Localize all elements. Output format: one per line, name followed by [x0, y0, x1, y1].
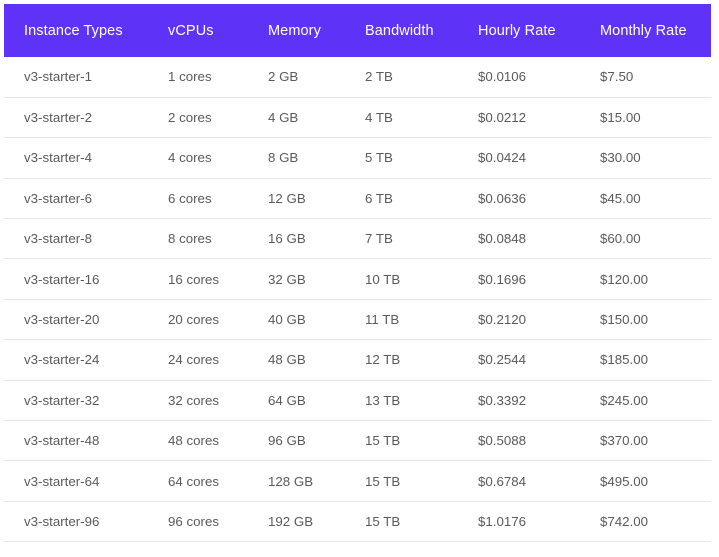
cell-vcpus: 1 cores [168, 69, 212, 85]
column-header-monthly-rate[interactable]: Monthly Rate [600, 4, 711, 57]
cell-hourly: $0.5088 [478, 433, 527, 449]
table-row[interactable]: v3-starter-16 16 cores 32 GB 10 TB $0.1696 $1… [4, 258, 711, 300]
cell-monthly: $150.00 [600, 312, 649, 328]
cell-monthly: $742.00 [600, 513, 649, 529]
cell-monthly: $30.00 [600, 150, 641, 166]
table-body: v3-starter-1 1 cores 2 GB 2 TB $0.0106 $7.50 v… [4, 57, 711, 542]
cell-memory: 128 GB [268, 473, 314, 489]
cell-bandwidth: 5 TB [365, 150, 393, 166]
cell-vcpus: 6 cores [168, 190, 212, 206]
table-row[interactable]: v3-starter-4 4 cores 8 GB 5 TB $0.0424 $30.00 [4, 137, 711, 179]
cell-bandwidth: 6 TB [365, 190, 393, 206]
cell-hourly: $0.0636 [478, 190, 527, 206]
column-header-vcpus[interactable]: vCPUs [168, 4, 268, 57]
column-header-memory[interactable]: Memory [268, 4, 365, 57]
cell-memory: 8 GB [268, 150, 299, 166]
cell-memory: 4 GB [268, 110, 299, 126]
cell-bandwidth: 4 TB [365, 110, 393, 126]
cell-vcpus: 8 cores [168, 231, 212, 247]
cell-bandwidth: 10 TB [365, 271, 401, 287]
table-row[interactable]: v3-starter-24 24 cores 48 GB 12 TB $0.2544 $1… [4, 339, 711, 381]
table-row[interactable]: v3-starter-64 64 cores 128 GB 15 TB $0.6784 $… [4, 460, 711, 502]
cell-bandwidth: 12 TB [365, 352, 401, 368]
column-header-bandwidth[interactable]: Bandwidth [365, 4, 478, 57]
cell-memory: 192 GB [268, 513, 314, 529]
cell-hourly: $0.0106 [478, 69, 527, 85]
table-header-row: Instance Types vCPUs Memory Bandwidth Ho… [4, 4, 711, 57]
cell-hourly: $0.2544 [478, 352, 527, 368]
cell-bandwidth: 15 TB [365, 433, 401, 449]
cell-monthly: $245.00 [600, 392, 649, 408]
cell-vcpus: 20 cores [168, 312, 219, 328]
cell-bandwidth: 11 TB [365, 312, 400, 328]
cell-bandwidth: 15 TB [365, 473, 401, 489]
cell-vcpus: 48 cores [168, 433, 219, 449]
cell-vcpus: 4 cores [168, 150, 212, 166]
cell-bandwidth: 2 TB [365, 69, 393, 85]
cell-memory: 32 GB [268, 271, 306, 287]
cell-monthly: $45.00 [600, 190, 641, 206]
table-row[interactable]: v3-starter-48 48 cores 96 GB 15 TB $0.5088 $3… [4, 420, 711, 461]
table-row[interactable]: v3-starter-2 2 cores 4 GB 4 TB $0.0212 $15.00 [4, 97, 711, 138]
cell-memory: 12 GB [268, 190, 306, 206]
cell-monthly: $120.00 [600, 271, 649, 287]
cell-instance: v3-starter-1 [24, 69, 92, 85]
table-row[interactable]: v3-starter-96 96 cores 192 GB 15 TB $1.0176 $… [4, 501, 711, 542]
cell-instance: v3-starter-4 [24, 150, 92, 166]
cell-memory: 48 GB [268, 352, 306, 368]
cell-monthly: $495.00 [600, 473, 649, 489]
cell-vcpus: 32 cores [168, 392, 219, 408]
cell-hourly: $0.0212 [478, 110, 527, 126]
cell-memory: 64 GB [268, 392, 306, 408]
cell-bandwidth: 13 TB [365, 392, 401, 408]
cell-vcpus: 2 cores [168, 110, 212, 126]
table-row[interactable]: v3-starter-32 32 cores 64 GB 13 TB $0.3392 $2… [4, 380, 711, 421]
cell-instance: v3-starter-6 [24, 190, 92, 206]
cell-bandwidth: 7 TB [365, 231, 393, 247]
table-row[interactable]: v3-starter-20 20 cores 40 GB 11 TB $0.2120 $1… [4, 299, 711, 340]
cell-vcpus: 16 cores [168, 271, 219, 287]
cell-vcpus: 24 cores [168, 352, 219, 368]
cell-vcpus: 64 cores [168, 473, 219, 489]
column-header-hourly-rate[interactable]: Hourly Rate [478, 4, 600, 57]
cell-monthly: $15.00 [600, 110, 641, 126]
cell-instance: v3-starter-48 [24, 433, 100, 449]
table-header: Instance Types vCPUs Memory Bandwidth Ho… [4, 4, 711, 57]
cell-instance: v3-starter-64 [24, 473, 100, 489]
cell-monthly: $370.00 [600, 433, 649, 449]
table-row[interactable]: v3-starter-6 6 cores 12 GB 6 TB $0.0636 $45.0… [4, 178, 711, 219]
instance-pricing-table: Instance Types vCPUs Memory Bandwidth Ho… [4, 4, 711, 542]
cell-instance: v3-starter-20 [24, 312, 100, 328]
column-header-instance-types[interactable]: Instance Types [4, 4, 168, 57]
cell-memory: 96 GB [268, 433, 306, 449]
cell-instance: v3-starter-16 [24, 271, 100, 287]
cell-monthly: $185.00 [600, 352, 649, 368]
cell-instance: v3-starter-2 [24, 110, 92, 126]
table-row[interactable]: v3-starter-8 8 cores 16 GB 7 TB $0.0848 $60.0… [4, 218, 711, 259]
cell-memory: 40 GB [268, 312, 306, 328]
cell-vcpus: 96 cores [168, 513, 219, 529]
cell-instance: v3-starter-96 [24, 513, 100, 529]
cell-instance: v3-starter-24 [24, 352, 100, 368]
table-row[interactable]: v3-starter-1 1 cores 2 GB 2 TB $0.0106 $7.50 [4, 57, 711, 98]
cell-hourly: $0.3392 [478, 392, 527, 408]
cell-instance: v3-starter-8 [24, 231, 92, 247]
cell-hourly: $0.2120 [478, 312, 527, 328]
cell-bandwidth: 15 TB [365, 513, 401, 529]
cell-instance: v3-starter-32 [24, 392, 100, 408]
cell-memory: 2 GB [268, 69, 299, 85]
cell-hourly: $1.0176 [478, 513, 527, 529]
cell-memory: 16 GB [268, 231, 306, 247]
cell-hourly: $0.1696 [478, 271, 527, 287]
cell-monthly: $7.50 [600, 69, 634, 85]
cell-monthly: $60.00 [600, 231, 641, 247]
cell-hourly: $0.0848 [478, 231, 527, 247]
cell-hourly: $0.6784 [478, 473, 527, 489]
cell-hourly: $0.0424 [478, 150, 527, 166]
